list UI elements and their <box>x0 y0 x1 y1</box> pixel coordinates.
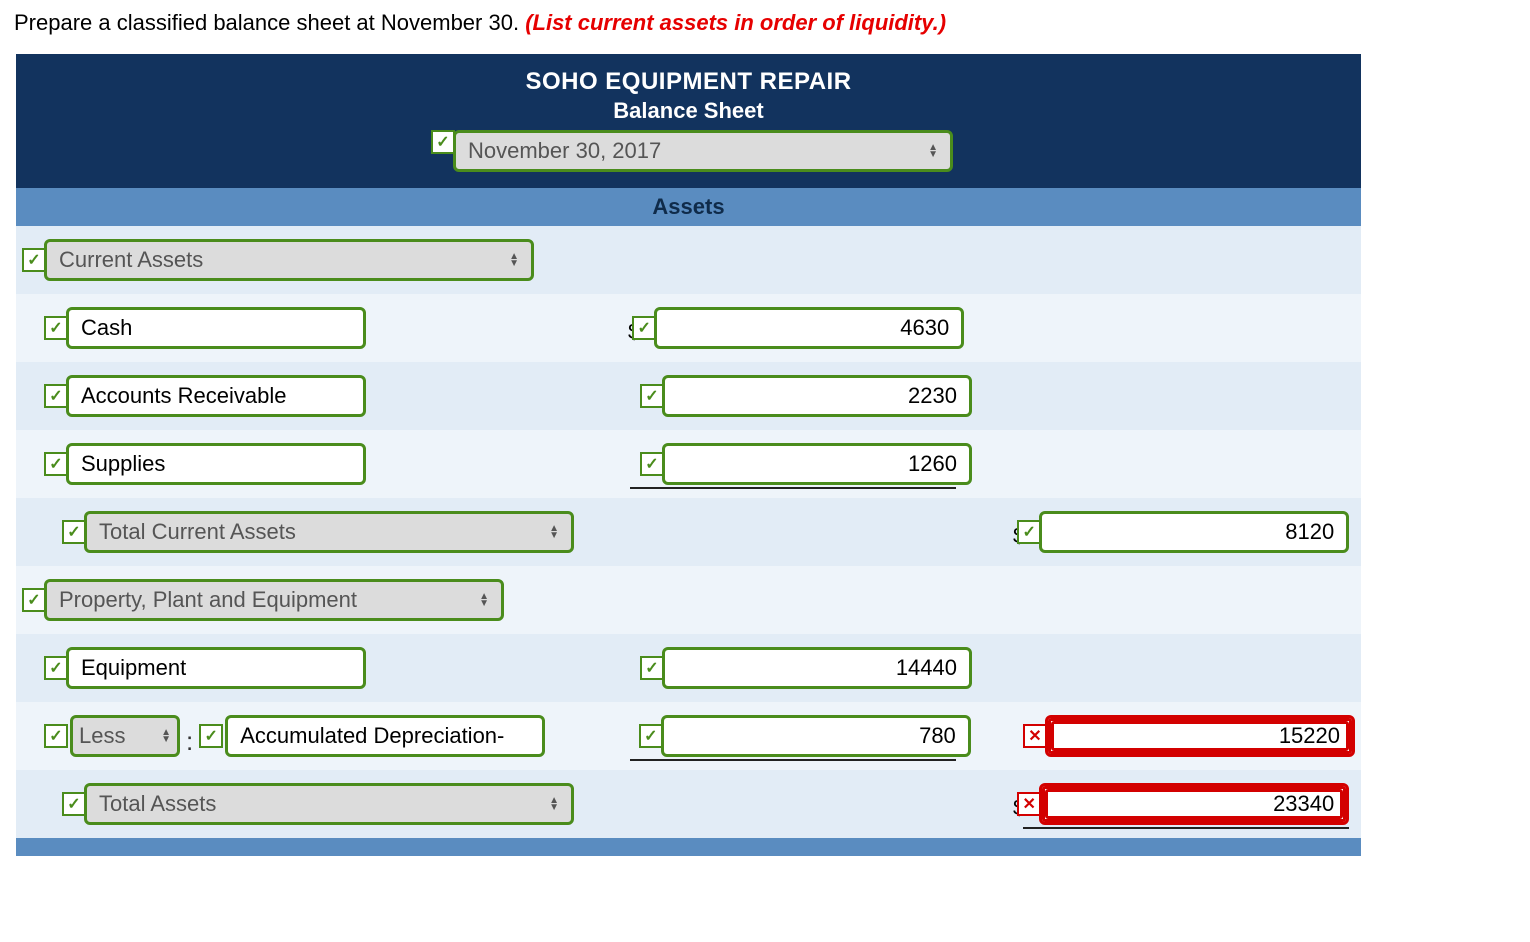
check-icon: ✓ <box>199 724 223 748</box>
check-icon: ✓ <box>44 384 68 408</box>
supplies-select[interactable]: Supplies <box>66 443 366 485</box>
ar-value: 2230 <box>908 383 957 409</box>
equipment-input[interactable]: 14440 <box>662 647 972 689</box>
check-icon: ✓ <box>639 724 663 748</box>
stepper-icon: ▲▼ <box>479 593 489 607</box>
total-current-input[interactable]: 8120 <box>1039 511 1349 553</box>
equipment-value: 14440 <box>896 655 957 681</box>
instruction-text: Prepare a classified balance sheet at No… <box>14 10 1530 36</box>
check-icon: ✓ <box>640 384 664 408</box>
supplies-label: Supplies <box>81 451 165 477</box>
ppe-net-value: 15220 <box>1279 723 1340 749</box>
company-name: SOHO EQUIPMENT REPAIR <box>16 68 1361 96</box>
accdep-select[interactable]: Accumulated Depreciation- <box>225 715 545 757</box>
check-icon: ✓ <box>62 792 86 816</box>
ppe-net-input[interactable]: 15220 <box>1045 715 1355 757</box>
ar-select[interactable]: Accounts Receivable <box>66 375 366 417</box>
row-current-assets: ✓ Current Assets ▲▼ <box>16 226 1361 294</box>
total-current-select[interactable]: Total Current Assets ▲▼ <box>84 511 574 553</box>
check-icon: ✓ <box>44 656 68 680</box>
colon-separator: : <box>186 726 193 757</box>
row-cash: ✓ Cash $ ✓ 4630 <box>16 294 1361 362</box>
x-icon: ✕ <box>1023 724 1047 748</box>
row-supplies: ✓ Supplies ✓ 1260 <box>16 430 1361 498</box>
x-icon: ✕ <box>1017 792 1041 816</box>
equipment-select[interactable]: Equipment <box>66 647 366 689</box>
date-select[interactable]: November 30, 2017 ▲▼ <box>453 130 953 172</box>
date-value: November 30, 2017 <box>468 138 661 164</box>
footer-band <box>16 838 1361 856</box>
row-accounts-receivable: ✓ Accounts Receivable ✓ 2230 <box>16 362 1361 430</box>
cash-label: Cash <box>81 315 132 341</box>
equipment-label: Equipment <box>81 655 186 681</box>
ppe-label: Property, Plant and Equipment <box>59 587 357 613</box>
subtotal-underline <box>630 759 956 761</box>
check-icon: ✓ <box>632 316 656 340</box>
assets-section-header: Assets <box>16 188 1361 226</box>
ar-label: Accounts Receivable <box>81 383 286 409</box>
row-ppe-header: ✓ Property, Plant and Equipment ▲▼ <box>16 566 1361 634</box>
total-assets-input[interactable]: 23340 <box>1039 783 1349 825</box>
check-icon: ✓ <box>44 724 68 748</box>
less-label: Less <box>79 723 125 749</box>
instruction-hint: (List current assets in order of liquidi… <box>525 10 946 35</box>
less-select[interactable]: Less ▲▼ <box>70 715 180 757</box>
cash-select[interactable]: Cash <box>66 307 366 349</box>
supplies-value: 1260 <box>908 451 957 477</box>
check-icon: ✓ <box>44 316 68 340</box>
supplies-input[interactable]: 1260 <box>662 443 972 485</box>
accdep-value: 780 <box>919 723 956 749</box>
total-assets-select[interactable]: Total Assets ▲▼ <box>84 783 574 825</box>
accdep-input[interactable]: 780 <box>661 715 971 757</box>
total-underline <box>1023 827 1349 829</box>
row-total-assets: ✓ Total Assets ▲▼ $ ✕ 23340 <box>16 770 1361 838</box>
current-assets-label: Current Assets <box>59 247 203 273</box>
check-icon: ✓ <box>640 452 664 476</box>
check-icon: ✓ <box>44 452 68 476</box>
stepper-icon: ▲▼ <box>549 797 559 811</box>
check-icon: ✓ <box>1017 520 1041 544</box>
sheet-title: Balance Sheet <box>16 98 1361 124</box>
total-assets-value: 23340 <box>1273 791 1334 817</box>
row-total-current-assets: ✓ Total Current Assets ▲▼ $ ✓ 8120 <box>16 498 1361 566</box>
accdep-label: Accumulated Depreciation- <box>240 723 504 749</box>
subtotal-underline <box>630 487 956 489</box>
row-equipment: ✓ Equipment ✓ 14440 <box>16 634 1361 702</box>
total-assets-label: Total Assets <box>99 791 216 817</box>
instruction-main: Prepare a classified balance sheet at No… <box>14 10 525 35</box>
check-icon: ✓ <box>431 130 455 154</box>
row-accumulated-depreciation: ✓ Less ▲▼ : ✓ Accumulated Depreciation- … <box>16 702 1361 770</box>
balance-sheet: SOHO EQUIPMENT REPAIR Balance Sheet ✓ No… <box>16 54 1361 856</box>
cash-value: 4630 <box>900 315 949 341</box>
check-icon: ✓ <box>22 248 46 272</box>
cash-input[interactable]: 4630 <box>654 307 964 349</box>
check-icon: ✓ <box>62 520 86 544</box>
check-icon: ✓ <box>22 588 46 612</box>
assets-rows: ✓ Current Assets ▲▼ ✓ Cash $ ✓ 46 <box>16 226 1361 838</box>
sheet-header: SOHO EQUIPMENT REPAIR Balance Sheet ✓ No… <box>16 54 1361 188</box>
ppe-select[interactable]: Property, Plant and Equipment ▲▼ <box>44 579 504 621</box>
stepper-icon: ▲▼ <box>549 525 559 539</box>
total-current-label: Total Current Assets <box>99 519 296 545</box>
stepper-icon: ▲▼ <box>161 729 171 743</box>
ar-input[interactable]: 2230 <box>662 375 972 417</box>
check-icon: ✓ <box>640 656 664 680</box>
total-current-value: 8120 <box>1285 519 1334 545</box>
current-assets-select[interactable]: Current Assets ▲▼ <box>44 239 534 281</box>
stepper-icon: ▲▼ <box>509 253 519 267</box>
stepper-icon: ▲▼ <box>928 144 938 158</box>
